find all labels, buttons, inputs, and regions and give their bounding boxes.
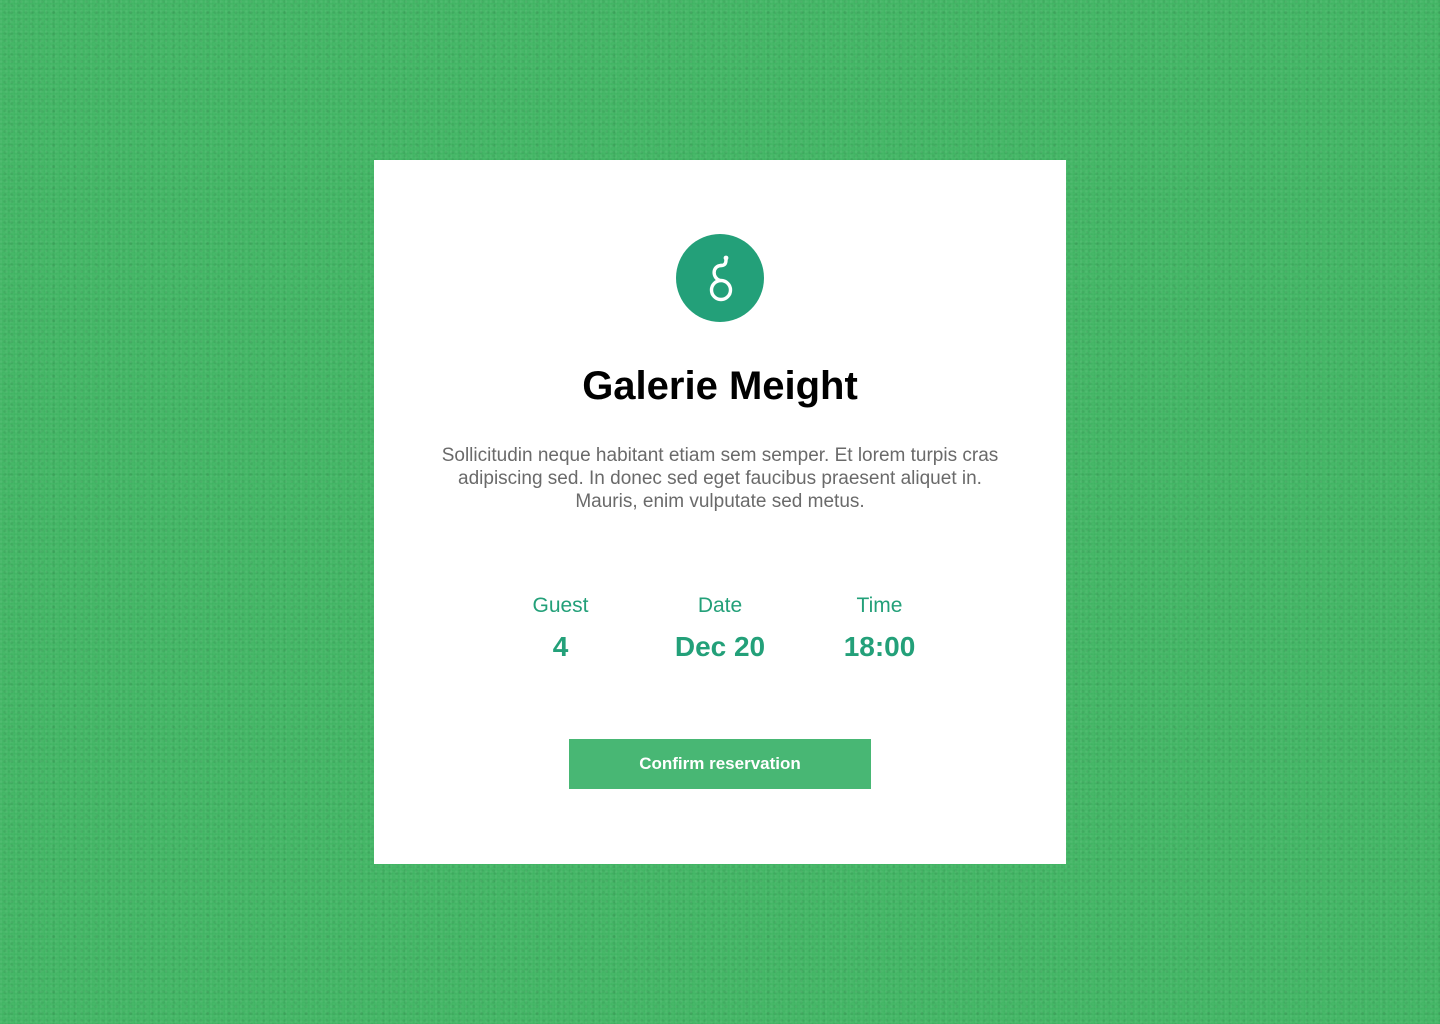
detail-date: Date Dec 20 (641, 592, 800, 664)
venue-description: Sollicitudin neque habitant etiam sem se… (441, 445, 999, 512)
g-logo-icon (676, 234, 764, 322)
time-label: Time (856, 594, 903, 617)
venue-title: Galerie Meight (582, 364, 858, 408)
date-value: Dec 20 (674, 631, 766, 662)
guest-value: 4 (552, 631, 569, 662)
guest-label: Guest (532, 594, 589, 617)
reservation-card: Galerie Meight Sollicitudin neque habita… (374, 160, 1066, 864)
date-label: Date (697, 594, 743, 617)
confirm-reservation-button[interactable]: Confirm reservation (569, 739, 871, 789)
detail-time: Time 18:00 (800, 592, 959, 664)
detail-guest: Guest 4 (481, 592, 640, 664)
reservation-details: Guest 4 Date Dec 20 Time 18:00 (481, 592, 959, 664)
time-value: 18:00 (843, 631, 916, 662)
